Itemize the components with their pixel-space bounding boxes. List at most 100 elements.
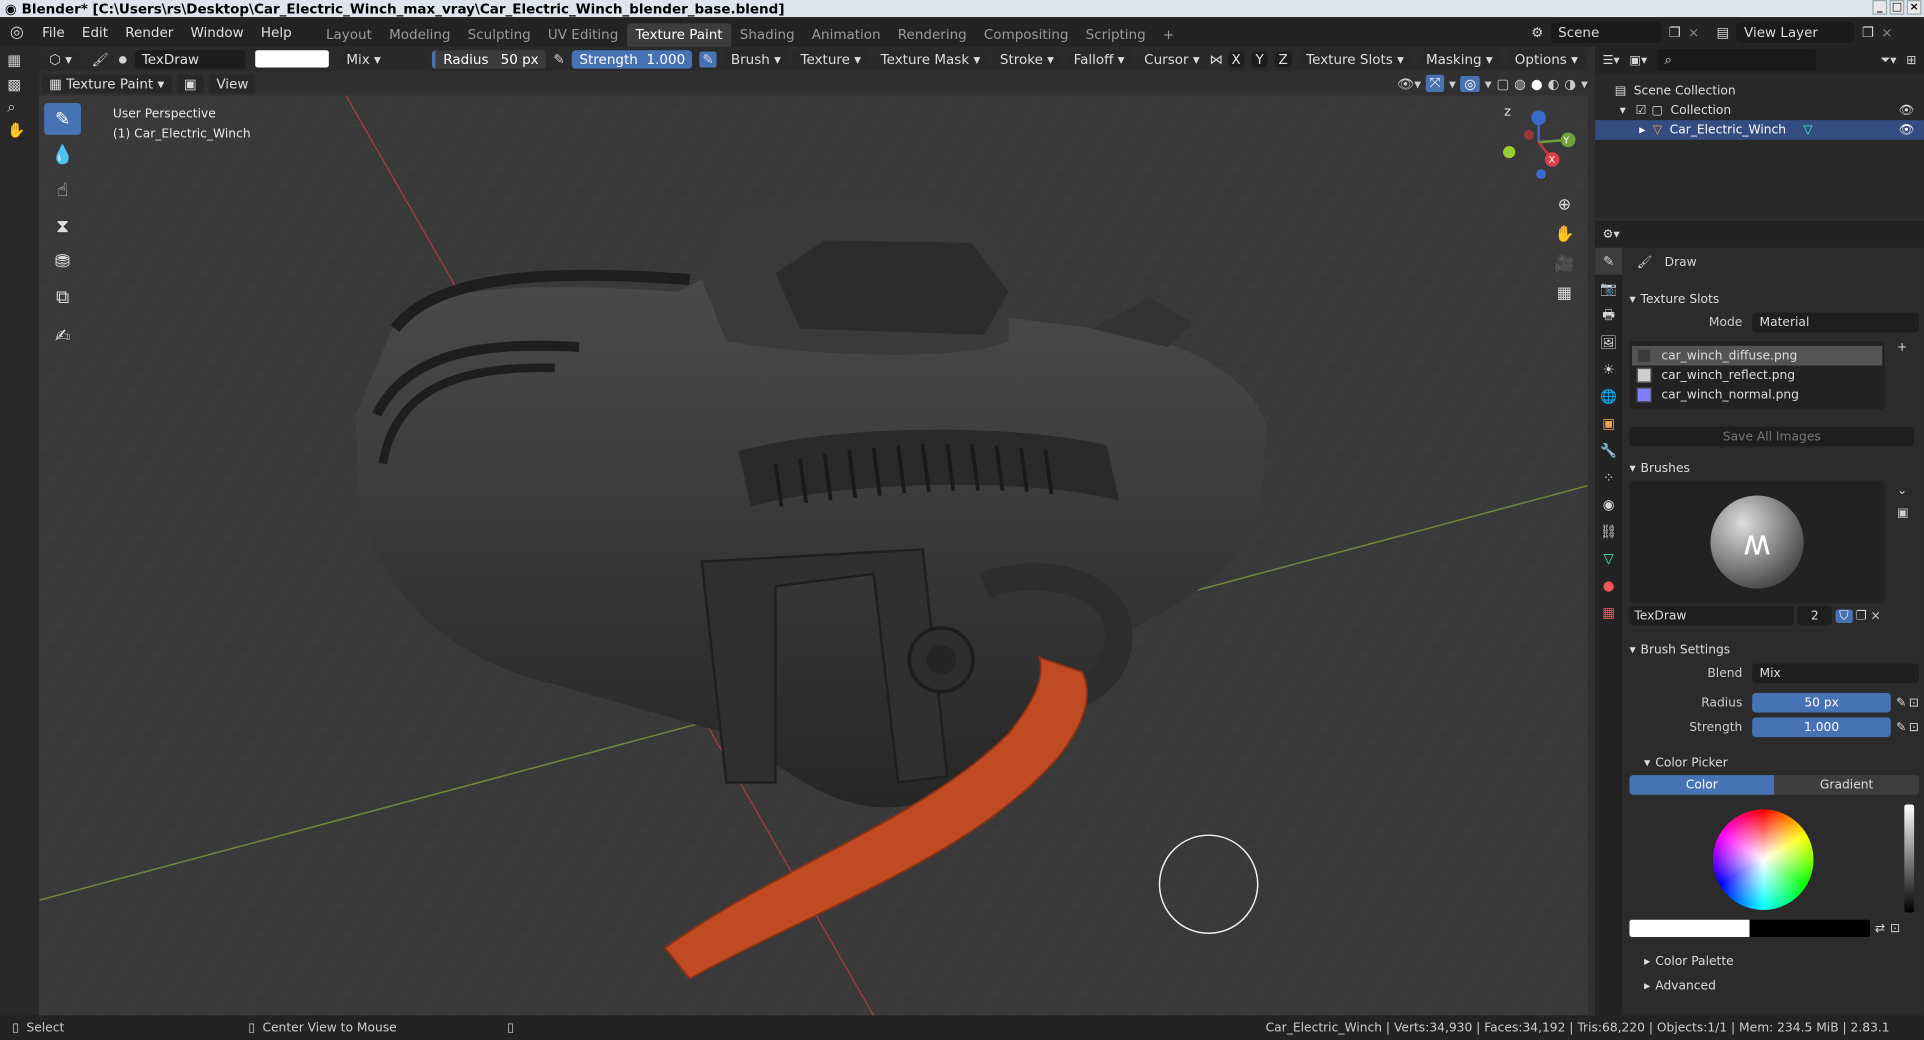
mode-row-dropdown[interactable]: Material — [1752, 312, 1920, 333]
overlay-dropdown-icon[interactable]: ▾ — [1485, 75, 1492, 91]
view-layer-icon[interactable]: ▤ — [1717, 25, 1730, 41]
new-collection-icon[interactable]: ⊞ — [1906, 53, 1916, 66]
falloff-menu[interactable]: Falloff ▾ — [1066, 49, 1132, 69]
view-layer-tab-icon[interactable]: 🖼 — [1595, 329, 1622, 356]
mirror-z-toggle[interactable]: Z — [1274, 50, 1292, 67]
display-mode-icon[interactable]: ▣▾ — [1629, 53, 1647, 66]
gizmo-dropdown-icon[interactable]: ▾ — [1449, 75, 1456, 91]
data-tab-icon[interactable]: ▽ — [1595, 545, 1622, 572]
texture-slot-reflect[interactable]: car_winch_reflect.png — [1632, 365, 1882, 385]
brush-settings-panel-header[interactable]: ▾ Brush Settings — [1629, 638, 1919, 663]
symmetry-icon[interactable]: ⋈ — [1209, 51, 1222, 67]
collection-eye-icon[interactable]: 👁 — [1899, 104, 1915, 117]
tab-shading[interactable]: Shading — [731, 23, 803, 46]
filter-icon[interactable]: ⏷▾ — [1880, 53, 1896, 66]
save-all-images-button[interactable]: Save All Images — [1629, 426, 1915, 447]
add-workspace-icon[interactable]: + — [1154, 23, 1182, 46]
menu-render[interactable]: Render — [117, 24, 182, 40]
tab-compositing[interactable]: Compositing — [975, 23, 1077, 46]
shading-dropdown-icon[interactable]: ▾ — [1581, 75, 1588, 91]
pan-view-icon[interactable]: ✋ — [1551, 226, 1578, 251]
expand-icon[interactable]: ▾ — [1620, 104, 1626, 117]
annotate-tool[interactable]: ✍ — [44, 320, 81, 352]
tab-texture-paint[interactable]: Texture Paint — [626, 23, 732, 47]
radius-row-slider[interactable]: 50 px — [1752, 692, 1892, 713]
outliner-search-input[interactable]: ⌕ — [1657, 49, 1817, 72]
object-eye-icon[interactable]: 👁 — [1899, 123, 1915, 136]
color-palette-panel-header[interactable]: ▸ Color Palette — [1629, 949, 1919, 974]
menu-edit[interactable]: Edit — [73, 24, 116, 40]
menu-window[interactable]: Window — [182, 24, 252, 40]
strength-row-slider[interactable]: 1.000 — [1752, 717, 1892, 738]
brush-image-icon[interactable]: ▣ — [1897, 503, 1909, 525]
advanced-panel-header[interactable]: ▸ Advanced — [1629, 974, 1919, 999]
outliner-scene-collection[interactable]: ▤ Scene Collection — [1595, 81, 1924, 101]
tab-uv-editing[interactable]: UV Editing — [539, 23, 627, 46]
solid-shading-icon[interactable]: ● — [1531, 75, 1543, 91]
view-menu[interactable]: View — [208, 74, 256, 93]
strength-unit-icon[interactable]: ⊡ — [1909, 721, 1919, 734]
mode-dropdown[interactable]: ▦ Texture Paint ▾ — [41, 74, 172, 93]
strength-slider[interactable]: Strength 1.000 — [572, 49, 693, 69]
strength-row-pressure-icon[interactable]: ✎ — [1896, 721, 1906, 734]
swap-colors-icon[interactable]: ⇄ — [1875, 922, 1885, 935]
texture-mask-menu[interactable]: Texture Mask ▾ — [873, 49, 988, 69]
color-wheel[interactable] — [1712, 809, 1814, 910]
minimize-button[interactable]: _ — [1872, 0, 1888, 15]
close-button[interactable]: × — [1906, 0, 1922, 15]
draw-tool[interactable]: ✎ — [44, 103, 81, 135]
mask-tool[interactable]: ⧉ — [44, 281, 81, 313]
brushes-panel-header[interactable]: ▾ Brushes — [1629, 456, 1919, 481]
value-slider[interactable] — [1904, 804, 1915, 913]
add-slot-icon[interactable]: + — [1897, 341, 1907, 354]
primary-secondary-colors[interactable] — [1629, 919, 1870, 937]
texture-slots-menu[interactable]: Texture Slots ▾ — [1298, 49, 1412, 69]
outliner-collection[interactable]: ▾ ☑ ▢ Collection 👁 — [1595, 101, 1924, 121]
fill-tool[interactable]: ⛃ — [44, 245, 81, 277]
object-tab-icon[interactable]: ▣ — [1595, 410, 1622, 437]
menu-help[interactable]: Help — [252, 24, 300, 40]
radius-pressure-icon[interactable]: ✎ — [1896, 696, 1906, 709]
xray-icon[interactable]: ▢ — [1496, 75, 1509, 91]
brush-preview[interactable]: ʍ — [1629, 480, 1885, 604]
visibility-icon[interactable]: 👁▾ — [1397, 75, 1421, 91]
delete-scene-icon[interactable]: × — [1688, 25, 1699, 41]
wireframe-shading-icon[interactable]: ◍ — [1514, 75, 1526, 91]
color-pressure-icon[interactable]: ⊡ — [1890, 922, 1900, 935]
new-scene-icon[interactable]: ❐ — [1669, 25, 1681, 41]
texture-tab-icon[interactable]: ▦ — [1595, 598, 1622, 625]
physics-tab-icon[interactable]: ◉ — [1595, 491, 1622, 518]
modifier-tab-icon[interactable]: 🔧 — [1595, 437, 1622, 464]
masking-menu[interactable]: Masking ▾ — [1418, 49, 1501, 69]
material-shading-icon[interactable]: ◐ — [1548, 75, 1560, 91]
tab-sculpting[interactable]: Sculpting — [459, 23, 539, 46]
duplicate-brush-icon[interactable]: ❐ — [1856, 609, 1867, 622]
outliner-object[interactable]: ▸ ▽ Car_Electric_Winch ▽ 👁 — [1595, 120, 1924, 140]
checkbox-icon[interactable]: ☑ — [1636, 104, 1647, 117]
tab-modeling[interactable]: Modeling — [381, 23, 460, 46]
mirror-y-toggle[interactable]: Y — [1251, 50, 1268, 67]
blend-row-dropdown[interactable]: Mix — [1752, 663, 1920, 684]
clone-tool[interactable]: ⧗ — [44, 210, 81, 242]
maximize-button[interactable]: □ — [1889, 0, 1905, 15]
color-tab[interactable]: Color — [1629, 775, 1775, 795]
editor-type-icon[interactable]: ▦ — [0, 47, 39, 74]
viewport-canvas[interactable] — [39, 95, 1588, 1016]
material-tab-icon[interactable]: ● — [1595, 572, 1622, 599]
editor-type-dropdown[interactable]: ⬡ ▾ — [41, 49, 80, 69]
ortho-toggle-icon[interactable]: ▦ — [1551, 285, 1578, 310]
constraints-tab-icon[interactable]: ⛓ — [1595, 518, 1622, 545]
options-menu[interactable]: Options ▾ — [1507, 49, 1586, 69]
tab-scripting[interactable]: Scripting — [1077, 23, 1154, 46]
delete-view-layer-icon[interactable]: × — [1881, 25, 1892, 41]
particles-tab-icon[interactable]: ⁘ — [1595, 464, 1622, 491]
brush-users-count[interactable]: 2 — [1797, 605, 1832, 626]
gizmo-toggle-icon[interactable]: ⤧ — [1425, 74, 1445, 92]
texture-menu[interactable]: Texture ▾ — [793, 49, 869, 69]
hand-icon[interactable]: ✋ — [0, 119, 39, 141]
pen-pressure-icon[interactable]: ✎ — [553, 51, 564, 67]
mirror-x-toggle[interactable]: X — [1227, 50, 1245, 67]
properties-editor-icon[interactable]: ⚙▾ — [1602, 227, 1619, 240]
texture-slot-diffuse[interactable]: car_winch_diffuse.png — [1631, 345, 1883, 366]
new-view-layer-icon[interactable]: ❐ — [1862, 25, 1874, 41]
